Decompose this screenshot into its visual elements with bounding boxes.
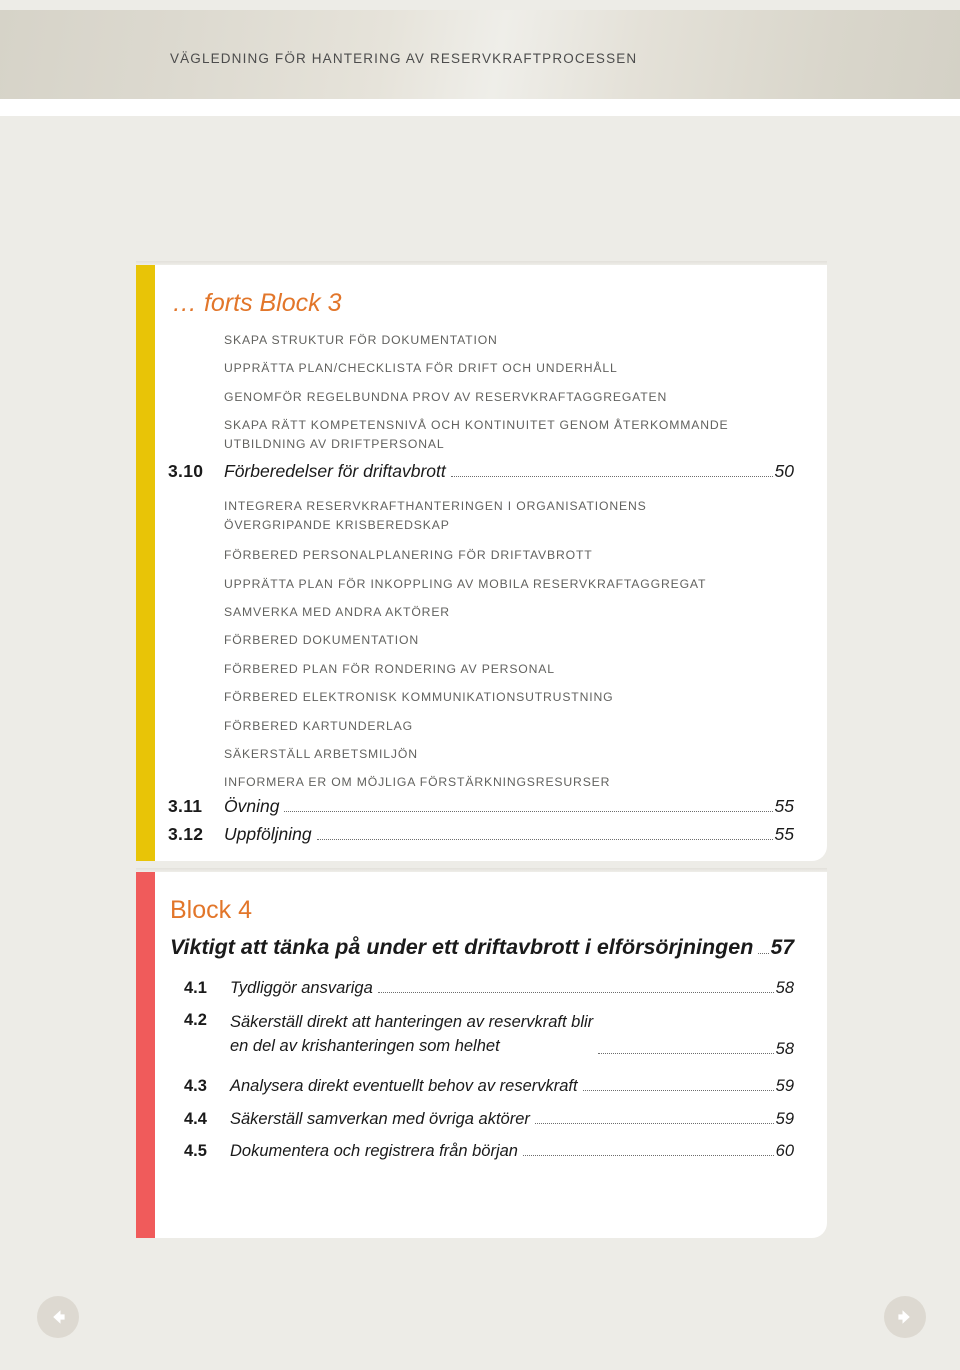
toc-number: 3.11 — [168, 796, 203, 816]
block4-heading: Block 4 — [170, 896, 252, 924]
block3-subitem: UPPRÄTTA PLAN FÖR INKOPPLING AV MOBILA R… — [224, 577, 707, 591]
arrow-right-icon — [894, 1306, 916, 1328]
toc-row[interactable]: 3.10 Förberedelser för driftavbrott 50 — [168, 461, 794, 482]
block3-subitem: SKAPA RÄTT KOMPETENSNIVÅ OCH KONTINUITET… — [224, 418, 729, 451]
toc-dot-leader — [450, 476, 773, 477]
next-page-button[interactable] — [884, 1296, 926, 1338]
toc-page-number: 55 — [774, 796, 794, 816]
toc-dot-leader — [284, 811, 773, 812]
block3-subitem: FÖRBERED PLAN FÖR RONDERING AV PERSONAL — [224, 662, 555, 676]
toc-dot-leader — [582, 1090, 774, 1091]
header-white-gap — [0, 99, 960, 116]
toc-dot-leader — [522, 1155, 774, 1156]
toc-number: 4.3 — [184, 1077, 207, 1095]
toc-row[interactable]: 4.1 Tydliggör ansvariga 58 — [184, 979, 794, 998]
toc-title: Säkerställ samverkan med övriga aktörer — [230, 1110, 530, 1128]
toc-title: Dokumentera och registrera från början — [230, 1142, 518, 1160]
toc-dot-leader — [316, 839, 773, 840]
block3-subitem: SKAPA STRUKTUR FÖR DOKUMENTATION — [224, 333, 498, 347]
toc-page-number: 55 — [774, 824, 794, 844]
toc-number: 4.5 — [184, 1142, 207, 1160]
running-header-title: VÄGLEDNING FÖR HANTERING AV RESERVKRAFTP… — [170, 51, 638, 66]
block3-subitem: FÖRBERED PERSONALPLANERING FÖR DRIFTAVBR… — [224, 548, 593, 562]
block3-subitem: INFORMERA ER OM MÖJLIGA FÖRSTÄRKNINGSRES… — [224, 775, 611, 789]
block3-heading: … forts Block 3 — [172, 289, 342, 317]
toc-row[interactable]: 3.11 Övning 55 — [168, 796, 794, 817]
block3-subitem: FÖRBERED ELEKTRONISK KOMMUNIKATIONSUTRUS… — [224, 690, 614, 704]
toc-title: Viktigt att tänka på under ett driftavbr… — [170, 935, 754, 959]
block3-color-bar — [136, 265, 155, 861]
toc-number: 4.2 — [184, 1011, 207, 1029]
toc-number: 3.12 — [168, 824, 204, 844]
toc-number: 4.1 — [184, 979, 207, 997]
toc-row[interactable]: 4.4 Säkerställ samverkan med övriga aktö… — [184, 1110, 794, 1129]
toc-dot-leader — [534, 1123, 774, 1124]
toc-row[interactable]: Viktigt att tänka på under ett driftavbr… — [170, 935, 794, 960]
arrow-left-icon — [47, 1306, 69, 1328]
block3-subitem: UPPRÄTTA PLAN/CHECKLISTA FÖR DRIFT OCH U… — [224, 361, 618, 375]
block3-subitem: SÄKERSTÄLL ARBETSMILJÖN — [224, 747, 418, 761]
toc-row[interactable]: 4.5 Dokumentera och registrera från börj… — [184, 1142, 794, 1161]
block3-subitem: GENOMFÖR REGELBUNDNA PROV AV RESERVKRAFT… — [224, 390, 668, 404]
toc-number: 4.4 — [184, 1110, 207, 1128]
previous-page-button[interactable] — [37, 1296, 79, 1338]
block3-subitem: SAMVERKA MED ANDRA AKTÖRER — [224, 605, 450, 619]
toc-title: Tydliggör ansvariga — [230, 979, 373, 997]
toc-title: Uppföljning — [224, 824, 312, 844]
toc-page-number: 57 — [770, 936, 794, 959]
toc-number: 3.10 — [168, 461, 204, 481]
toc-row[interactable]: 4.2 Säkerställ direkt att hanteringen av… — [184, 1011, 794, 1059]
toc-page-number: 58 — [775, 979, 794, 997]
toc-title: Förberedelser för driftavbrott — [224, 461, 446, 481]
block3-subitem: FÖRBERED KARTUNDERLAG — [224, 719, 413, 733]
block3-subitem: FÖRBERED DOKUMENTATION — [224, 633, 419, 647]
toc-page-number: 59 — [775, 1110, 794, 1128]
toc-title: Analysera direkt eventuellt behov av res… — [230, 1077, 578, 1095]
toc-dot-leader — [598, 1052, 774, 1054]
toc-title: Övning — [224, 796, 280, 816]
toc-row[interactable]: 4.3 Analysera direkt eventuellt behov av… — [184, 1077, 794, 1096]
toc-page-number: 59 — [775, 1077, 794, 1095]
block4-color-bar — [136, 872, 155, 1238]
toc-page-number: 50 — [774, 461, 794, 481]
toc-title: Säkerställ direkt att hanteringen av res… — [230, 1013, 594, 1055]
toc-page-number: 60 — [775, 1142, 794, 1160]
toc-dot-leader — [377, 992, 774, 993]
toc-page-number: 58 — [775, 1039, 794, 1058]
toc-row[interactable]: 3.12 Uppföljning 55 — [168, 824, 794, 845]
toc-dot-leader — [758, 953, 769, 954]
block3-subitem: INTEGRERA RESERVKRAFTHANTERINGEN I ORGAN… — [224, 499, 647, 532]
